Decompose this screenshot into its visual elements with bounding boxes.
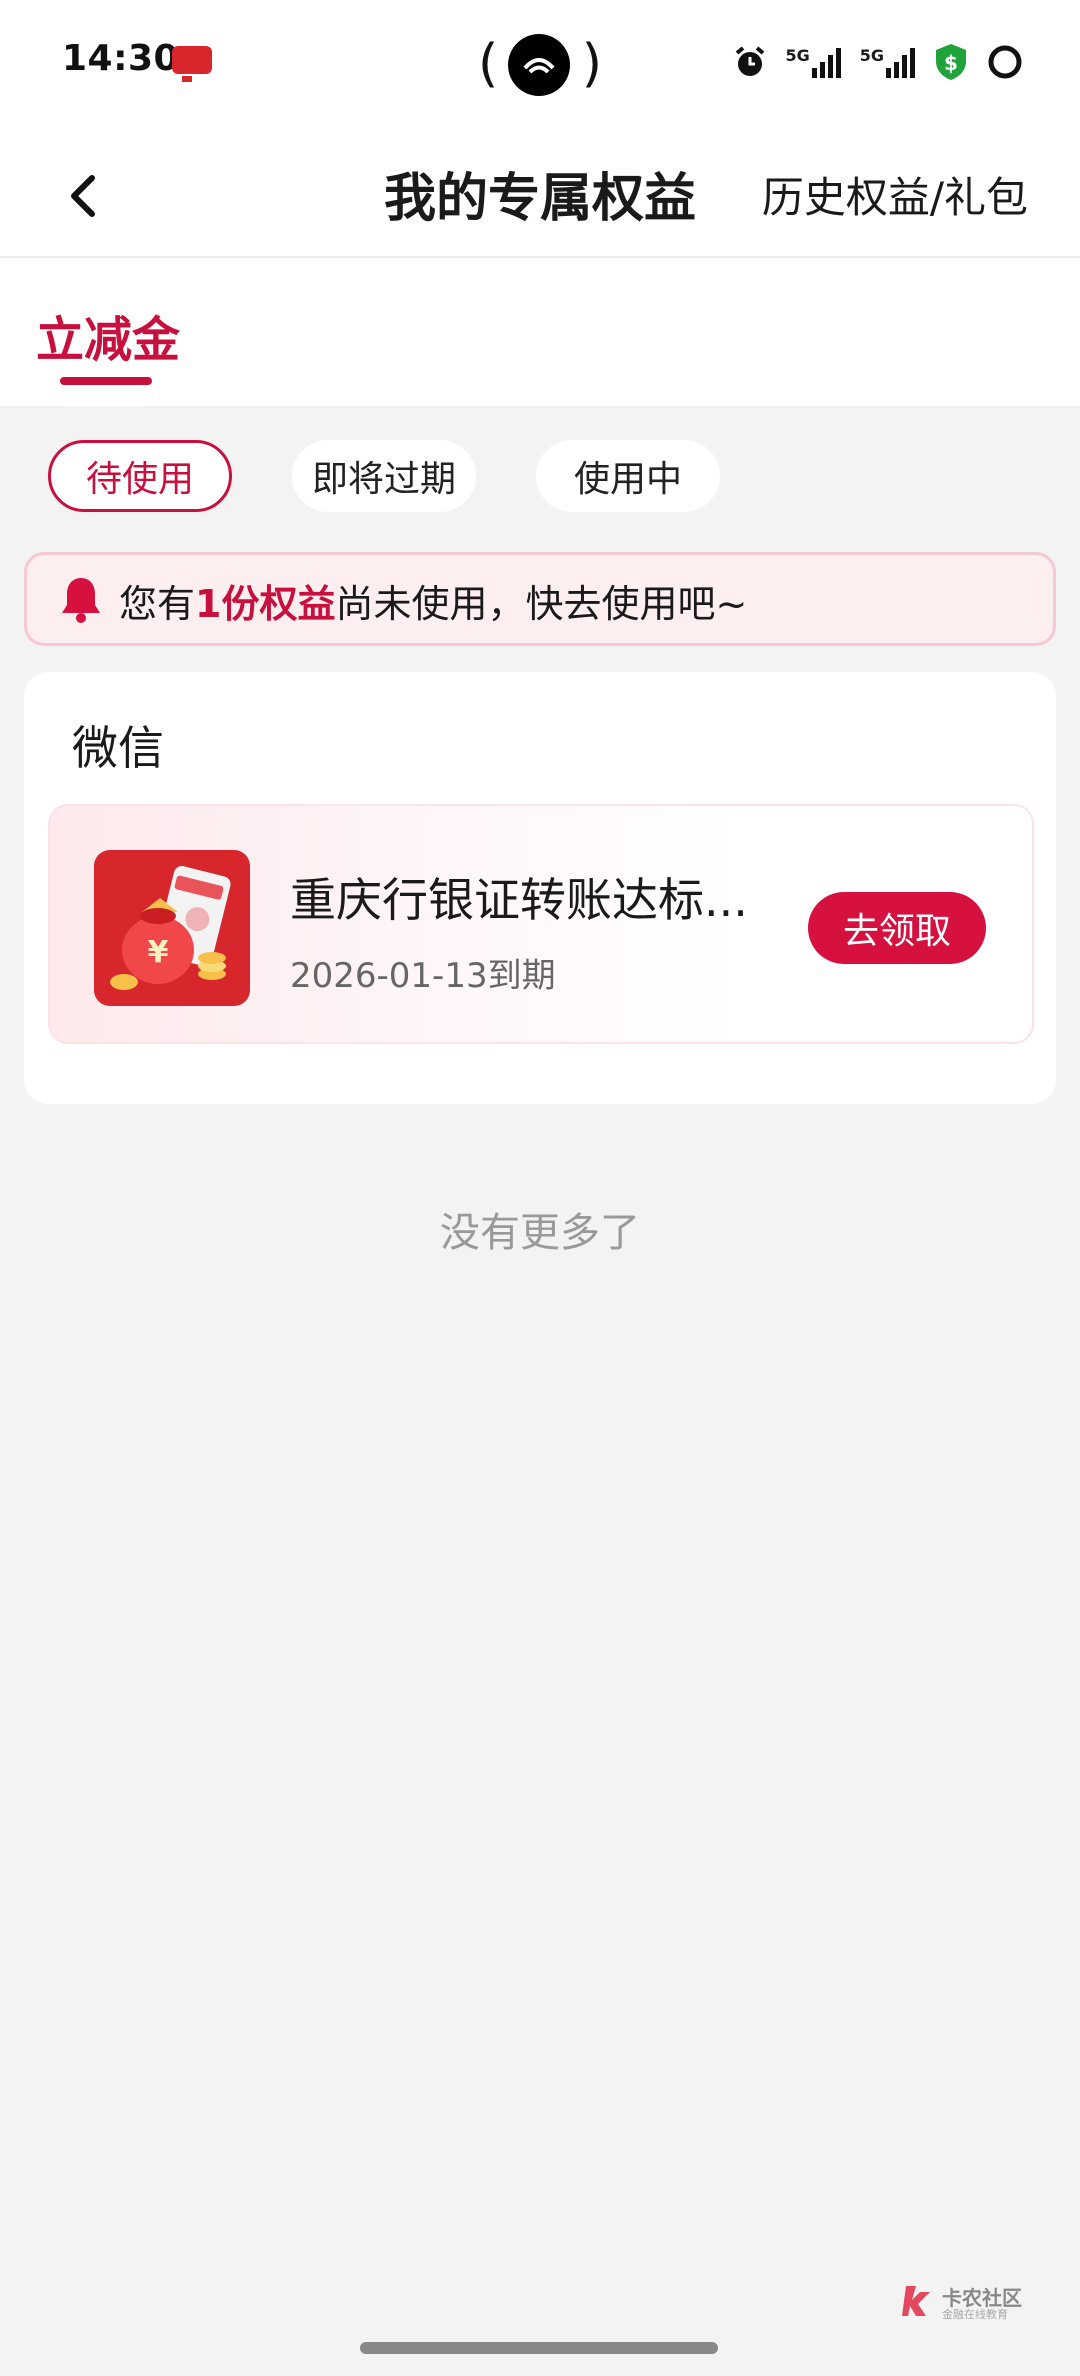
network-label: 5G — [859, 46, 884, 65]
status-time: 14:30 — [62, 38, 180, 79]
unused-notice: 您有1份权益尚未使用，快去使用吧~ — [24, 552, 1056, 646]
benefit-thumbnail: ¥ — [94, 850, 250, 1006]
notice-suffix: 尚未使用，快去使用吧~ — [335, 582, 748, 626]
status-bar: 14:30 ( ) 5G 5G $ — [0, 0, 1080, 130]
tab-instant-discount[interactable]: 立减金 — [36, 300, 180, 370]
status-icons: 5G 5G $ — [733, 38, 1024, 86]
ring-icon — [988, 45, 1022, 79]
kanong-logo-icon — [902, 2286, 930, 2316]
notice-text: 您有1份权益尚未使用，快去使用吧~ — [119, 573, 747, 628]
filter-in-use[interactable]: 使用中 — [536, 440, 720, 512]
nav-bar: 我的专属权益 历史权益/礼包 — [0, 130, 1080, 258]
notice-prefix: 您有 — [119, 582, 196, 626]
list-item[interactable]: ¥ 重庆行银证转账达标... 2026-01-13到期 去领取 — [48, 804, 1034, 1044]
money-bag-icon: ¥ — [94, 850, 250, 1006]
watermark-subtitle: 金融在线教育 — [942, 2308, 1008, 2321]
no-more-text: 没有更多了 — [440, 1210, 640, 1256]
tab-indicator — [60, 377, 152, 385]
history-link[interactable]: 历史权益/礼包 — [762, 164, 1028, 225]
camera-icon — [508, 34, 570, 96]
watermark: 卡农社区 金融在线教育 — [900, 2282, 1030, 2322]
paren-right-icon: ) — [581, 34, 602, 94]
claim-button[interactable]: 去领取 — [808, 892, 986, 964]
bell-icon — [62, 578, 100, 623]
shield-dollar-icon: $ — [936, 44, 966, 80]
section-title: 微信 — [72, 721, 164, 775]
benefit-name: 重庆行银证转账达标... — [290, 873, 748, 927]
benefit-expiry: 2026-01-13到期 — [290, 956, 556, 996]
network-label: 5G — [785, 46, 810, 65]
camera-cutout: ( ) — [478, 28, 602, 100]
filter-pending[interactable]: 待使用 — [48, 440, 232, 512]
svg-text:¥: ¥ — [148, 935, 169, 970]
notification-app-icon — [172, 46, 212, 82]
filter-expiring[interactable]: 即将过期 — [292, 440, 476, 512]
signal-icon: 5G — [785, 46, 841, 78]
benefit-card: 微信 ¥ 重庆行银证转账达标... 2026-01-13到期 去领取 — [24, 672, 1056, 1104]
home-indicator[interactable] — [360, 2342, 718, 2354]
alarm-icon — [736, 46, 765, 76]
paren-left-icon: ( — [478, 34, 499, 94]
notice-highlight: 1份权益 — [195, 582, 336, 626]
signal-icon: 5G — [860, 46, 916, 78]
svg-text:$: $ — [944, 51, 958, 75]
